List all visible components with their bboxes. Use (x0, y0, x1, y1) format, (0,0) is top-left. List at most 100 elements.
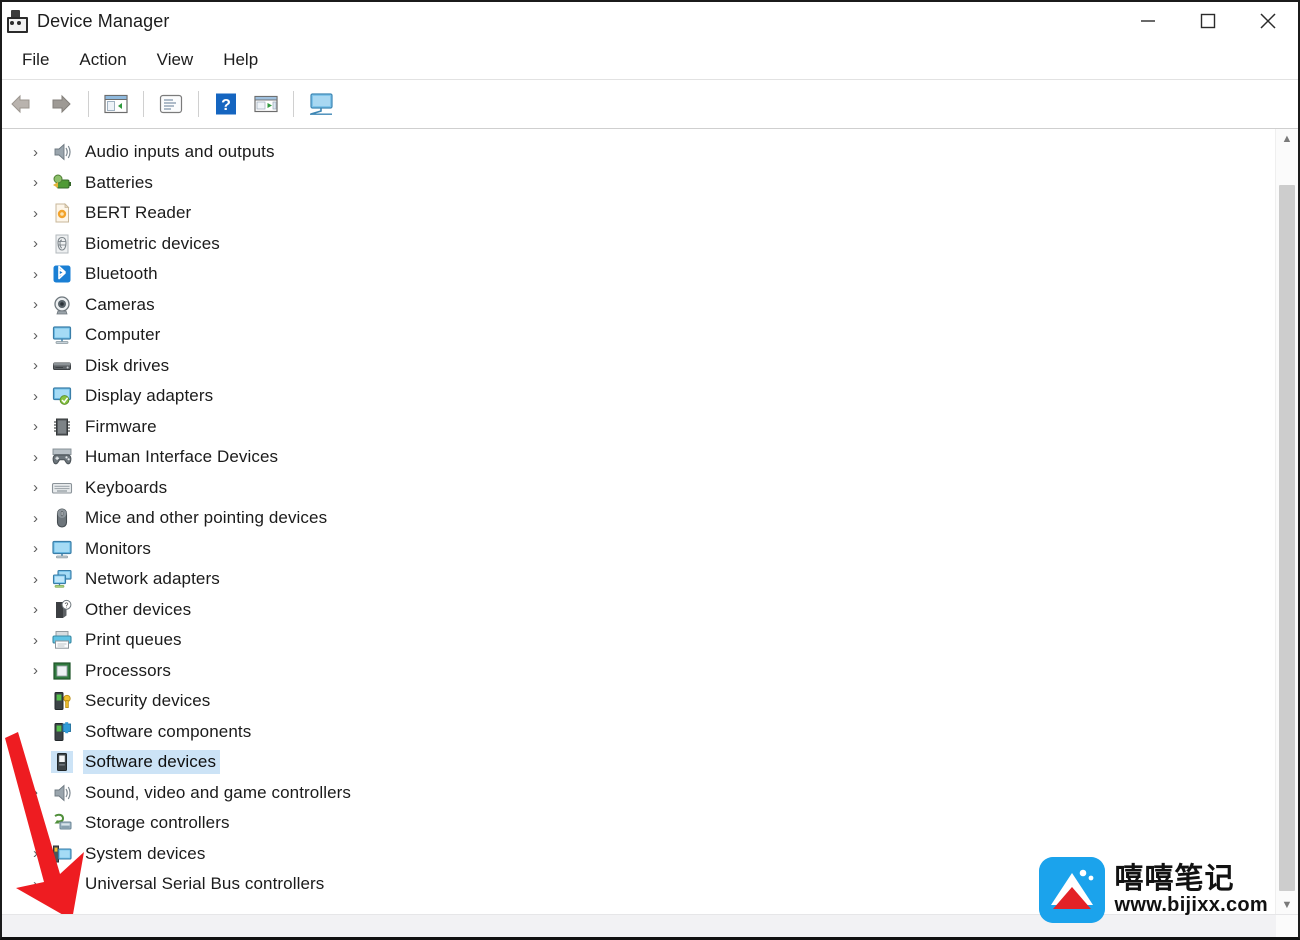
monitor-scan-icon (310, 93, 333, 115)
properties-button[interactable] (154, 87, 188, 121)
usb-icon (51, 873, 73, 895)
device-tree: › Audio inputs and outputs › Batteries › BERT… (2, 137, 1272, 900)
svg-text:?: ? (221, 97, 231, 114)
menu-file[interactable]: File (10, 48, 61, 72)
update-driver-button[interactable] (249, 87, 283, 121)
tree-item-label: Network adapters (85, 569, 220, 589)
tree-item-network-adapters[interactable]: › Network adapters (2, 564, 1272, 595)
tree-item-bert-reader[interactable]: › BERT Reader (2, 198, 1272, 229)
tree-item-label: Disk drives (85, 355, 170, 375)
chevron-right-icon[interactable]: › (29, 206, 51, 221)
minimize-button[interactable] (1118, 2, 1178, 40)
back-button[interactable] (4, 87, 38, 121)
maximize-icon (1200, 13, 1216, 29)
tree-item-universal-serial-bus-controllers[interactable]: › Universal Serial Bus controllers (2, 869, 1272, 900)
menu-bar: File Action View Help (2, 40, 1298, 80)
tree-item-label: Batteries (85, 172, 153, 192)
tree-item-keyboards[interactable]: › Keyboards (2, 473, 1272, 504)
chevron-right-icon[interactable]: › (29, 785, 51, 800)
toolbar-separator (143, 91, 144, 117)
tree-item-software-components[interactable]: ›Software components (2, 717, 1272, 748)
tree-item-bluetooth[interactable]: › Bluetooth (2, 259, 1272, 290)
tree-item-label: Cameras (85, 294, 155, 314)
fingerprint-icon (51, 233, 73, 255)
help-question-icon: ? (216, 93, 236, 115)
properties-window-icon (159, 94, 183, 114)
menu-action[interactable]: Action (67, 48, 138, 72)
storage-controller-icon (51, 812, 73, 834)
tree-item-biometric-devices[interactable]: › Biometric devices (2, 229, 1272, 260)
keyboard-icon (51, 477, 73, 499)
chevron-right-icon[interactable]: › (29, 419, 51, 434)
chevron-right-icon[interactable]: › (29, 846, 51, 861)
chevron-right-icon[interactable]: › (29, 602, 51, 617)
tree-item-label: Storage controllers (85, 813, 230, 833)
tree-item-mice-and-other-pointing-devices[interactable]: › Mice and other pointing devices (2, 503, 1272, 534)
tree-item-label: Computer (85, 325, 161, 345)
tree-item-label: Software devices (83, 750, 221, 775)
show-hide-console-tree-button[interactable] (99, 87, 133, 121)
chevron-right-icon[interactable]: › (29, 877, 51, 892)
forward-button[interactable] (44, 87, 78, 121)
chevron-right-icon[interactable]: › (29, 633, 51, 648)
tree-item-system-devices[interactable]: › System devices (2, 839, 1272, 870)
device-tree-panel: › Audio inputs and outputs › Batteries › BERT… (2, 129, 1298, 937)
menu-help[interactable]: Help (211, 48, 270, 72)
tree-item-label: Audio inputs and outputs (85, 142, 275, 162)
horizontal-scrollbar[interactable] (2, 914, 1298, 937)
scroll-up-button[interactable]: ▲ (1276, 129, 1298, 149)
tree-item-label: Software components (85, 721, 252, 741)
menu-view[interactable]: View (145, 48, 206, 72)
close-button[interactable] (1238, 2, 1298, 40)
monitor-icon (51, 538, 73, 560)
tree-item-label: Keyboards (85, 477, 168, 497)
tree-item-processors[interactable]: › Processors (2, 656, 1272, 687)
tree-item-human-interface-devices[interactable]: › Human Interface Devices (2, 442, 1272, 473)
vertical-scrollbar[interactable]: ▲ ▼ (1275, 129, 1298, 915)
tree-item-sound-video-and-game-controllers[interactable]: › Sound, video and game controllers (2, 778, 1272, 809)
chevron-right-icon[interactable]: › (29, 328, 51, 343)
chevron-right-icon[interactable]: › (29, 358, 51, 373)
chevron-right-icon[interactable]: › (29, 480, 51, 495)
chevron-right-icon[interactable]: › (29, 267, 51, 282)
help-button[interactable]: ? (209, 87, 243, 121)
maximize-button[interactable] (1178, 2, 1238, 40)
chevron-right-icon[interactable]: › (29, 389, 51, 404)
tree-item-audio-inputs-and-outputs[interactable]: › Audio inputs and outputs (2, 137, 1272, 168)
chevron-right-icon[interactable]: › (29, 541, 51, 556)
software-component-icon (51, 721, 73, 743)
scan-hardware-changes-button[interactable] (304, 87, 338, 121)
tree-item-label: BERT Reader (85, 203, 192, 223)
chevron-right-icon[interactable]: › (29, 145, 51, 160)
chevron-right-icon[interactable]: › (29, 450, 51, 465)
tree-item-software-devices[interactable]: ›Software devices (2, 747, 1272, 778)
update-driver-icon (254, 95, 278, 113)
chevron-right-icon[interactable]: › (29, 236, 51, 251)
tree-item-label: Firmware (85, 416, 157, 436)
back-arrow-icon (11, 94, 30, 114)
tree-item-other-devices[interactable]: ›? Other devices (2, 595, 1272, 626)
tree-item-cameras[interactable]: › Cameras (2, 290, 1272, 321)
tree-item-batteries[interactable]: › Batteries (2, 168, 1272, 199)
bluetooth-icon (51, 263, 73, 285)
tree-item-computer[interactable]: › Computer (2, 320, 1272, 351)
chevron-right-icon[interactable]: › (29, 297, 51, 312)
tree-item-monitors[interactable]: › Monitors (2, 534, 1272, 565)
chevron-right-icon[interactable]: › (29, 175, 51, 190)
tree-item-firmware[interactable]: › Firmware (2, 412, 1272, 443)
scroll-down-button[interactable]: ▼ (1276, 895, 1298, 915)
chevron-right-icon[interactable]: › (29, 816, 51, 831)
tree-item-label: Sound, video and game controllers (85, 782, 352, 802)
chevron-right-icon[interactable]: › (29, 663, 51, 678)
chevron-right-icon[interactable]: › (29, 572, 51, 587)
network-adapter-icon (51, 568, 73, 590)
window-title: Device Manager (37, 10, 170, 31)
tree-item-print-queues[interactable]: › Print queues (2, 625, 1272, 656)
minimize-icon (1141, 20, 1155, 22)
tree-item-security-devices[interactable]: ›Security devices (2, 686, 1272, 717)
vertical-scrollbar-thumb[interactable] (1279, 185, 1295, 891)
tree-item-storage-controllers[interactable]: › Storage controllers (2, 808, 1272, 839)
tree-item-disk-drives[interactable]: › Disk drives (2, 351, 1272, 382)
chevron-right-icon[interactable]: › (29, 511, 51, 526)
tree-item-display-adapters[interactable]: › Display adapters (2, 381, 1272, 412)
